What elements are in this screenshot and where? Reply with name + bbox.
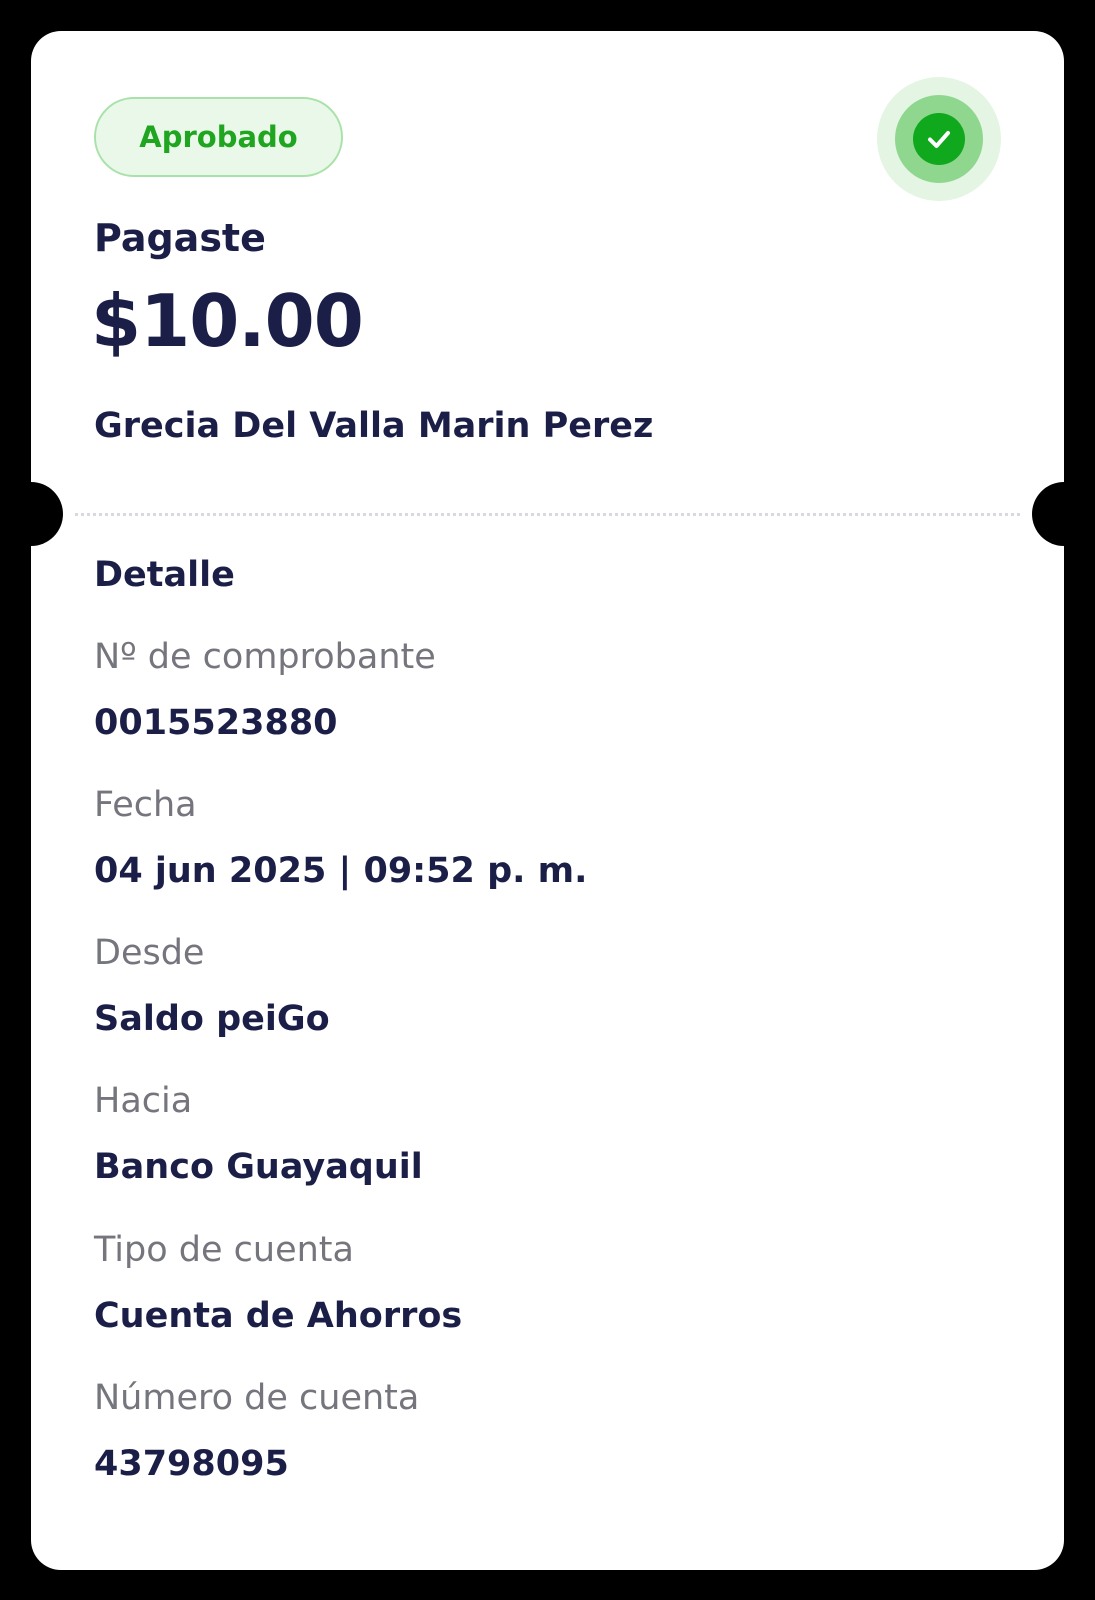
payment-title: Pagaste bbox=[94, 216, 266, 260]
ticket-notch-right bbox=[1032, 482, 1064, 546]
status-badge: Aprobado bbox=[94, 97, 343, 177]
to-value: Banco Guayaquil bbox=[94, 1147, 423, 1187]
account-number-value: 43798095 bbox=[94, 1444, 289, 1484]
date-value: 04 jun 2025 | 09:52 p. m. bbox=[94, 851, 588, 891]
account-type-label: Tipo de cuenta bbox=[94, 1230, 354, 1270]
ticket-notch-left bbox=[31, 482, 63, 546]
from-value: Saldo peiGo bbox=[94, 999, 330, 1039]
receipt-number-label: Nº de comprobante bbox=[94, 637, 436, 677]
receipt-number-value: 0015523880 bbox=[94, 703, 338, 743]
perforation-divider bbox=[75, 513, 1020, 516]
account-number-label: Número de cuenta bbox=[94, 1378, 420, 1418]
account-type-value: Cuenta de Ahorros bbox=[94, 1296, 463, 1336]
from-label: Desde bbox=[94, 933, 205, 973]
receipt-card: Aprobado Pagaste $10.00 Grecia Del Valla… bbox=[31, 31, 1064, 1570]
to-label: Hacia bbox=[94, 1081, 193, 1121]
recipient-name: Grecia Del Valla Marin Perez bbox=[94, 406, 654, 446]
payment-amount: $10.00 bbox=[91, 279, 364, 363]
date-label: Fecha bbox=[94, 785, 197, 825]
success-check-icon bbox=[877, 77, 1001, 201]
detail-title: Detalle bbox=[94, 555, 235, 595]
